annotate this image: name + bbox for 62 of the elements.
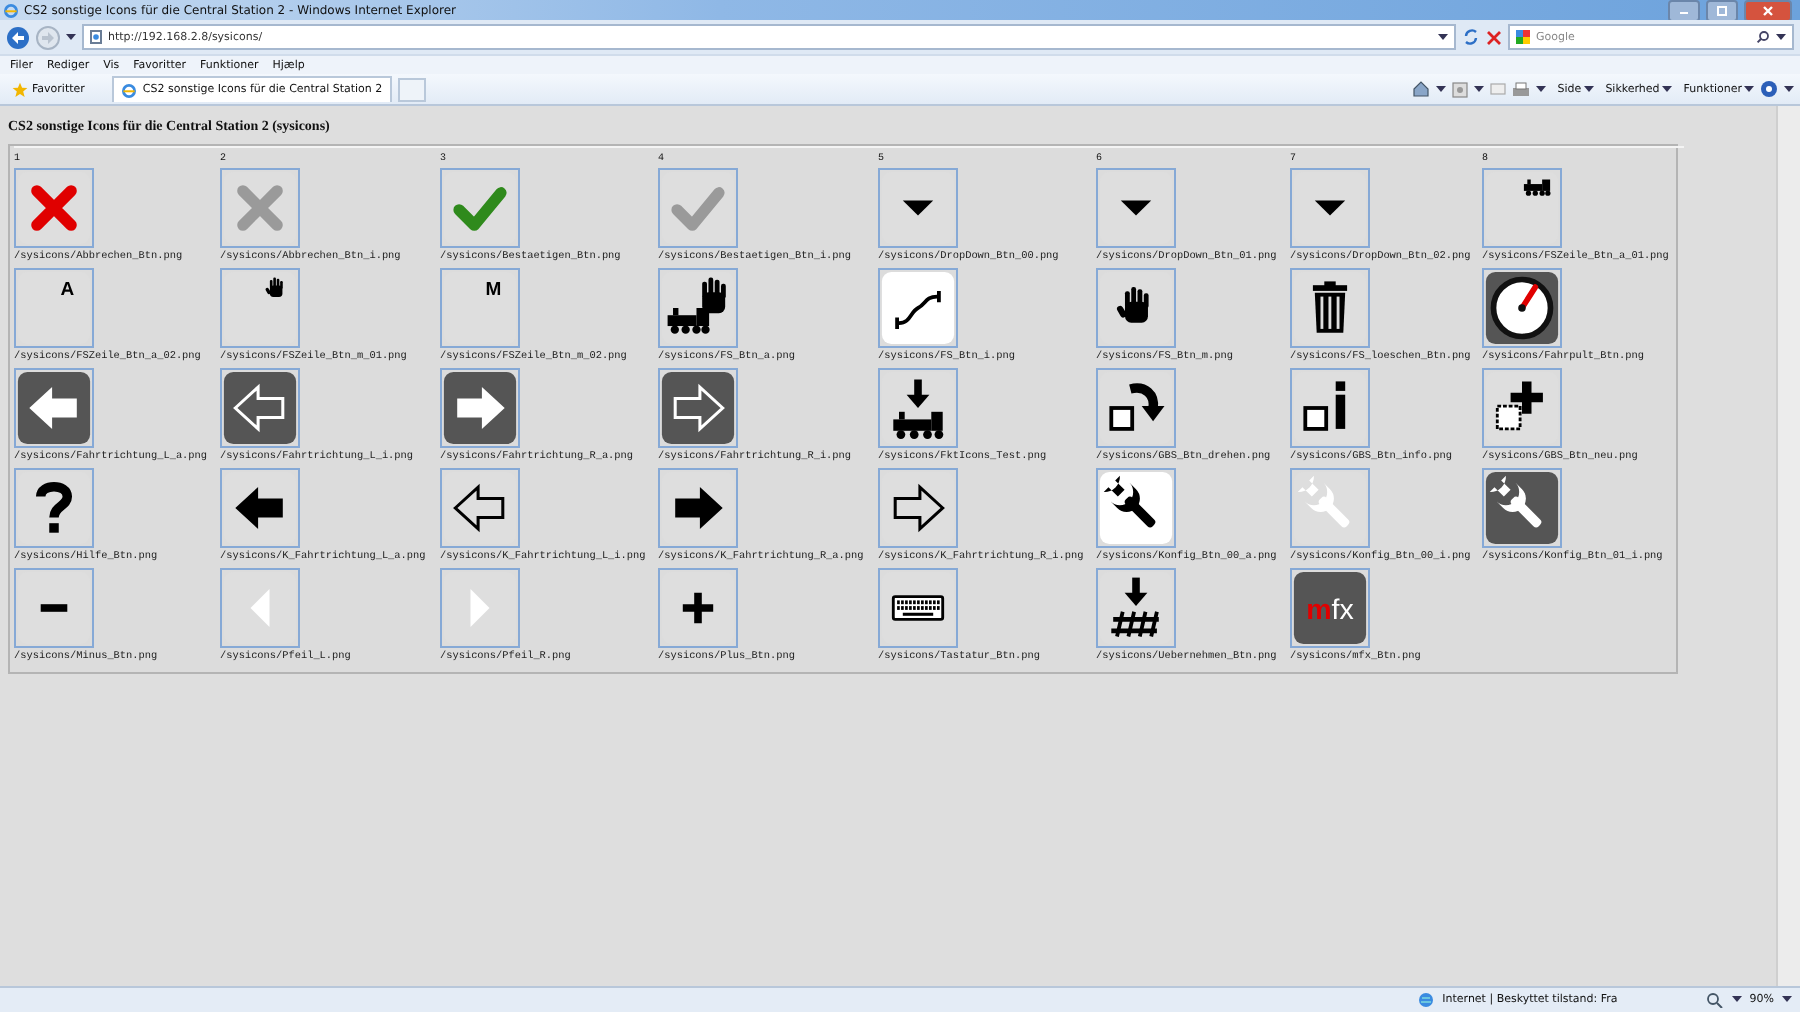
rotate-icon bbox=[1096, 368, 1176, 448]
search-provider-icon bbox=[1516, 30, 1530, 44]
add-icon bbox=[1482, 368, 1562, 448]
left-arrow-icon bbox=[14, 368, 94, 448]
back-button[interactable] bbox=[6, 25, 30, 49]
print-icon[interactable] bbox=[1511, 81, 1530, 97]
help-icon bbox=[14, 468, 94, 548]
caret-icon[interactable] bbox=[1731, 996, 1742, 1004]
refresh-icon[interactable] bbox=[1462, 28, 1480, 46]
left-arrow-icon bbox=[220, 368, 300, 448]
caret-icon[interactable] bbox=[1535, 85, 1546, 93]
checkmark-icon bbox=[658, 168, 738, 248]
caret-icon[interactable] bbox=[1784, 85, 1794, 93]
scrollbar[interactable] bbox=[1776, 106, 1800, 986]
minimize-button[interactable] bbox=[1668, 0, 1700, 21]
hand-icon bbox=[220, 268, 300, 348]
wrench-icon bbox=[1096, 468, 1176, 548]
cross-icon bbox=[220, 168, 300, 248]
maximize-icon bbox=[1716, 5, 1728, 15]
globe-icon bbox=[1418, 992, 1435, 1008]
home-icon[interactable] bbox=[1411, 80, 1430, 98]
letter-icon: A bbox=[14, 268, 94, 348]
hand-icon bbox=[1096, 268, 1176, 348]
caret-icon bbox=[1661, 85, 1672, 93]
close-button[interactable] bbox=[1744, 0, 1792, 21]
checkmark-icon bbox=[440, 168, 520, 248]
caret-icon[interactable] bbox=[1473, 85, 1484, 93]
right-arrow-icon bbox=[440, 368, 520, 448]
zoom-icon[interactable] bbox=[1705, 992, 1724, 1008]
wrench-icon bbox=[1482, 468, 1562, 548]
trash-icon bbox=[1290, 268, 1370, 348]
gauge-icon bbox=[1482, 268, 1562, 348]
caret-icon bbox=[1744, 85, 1754, 93]
caret-icon[interactable] bbox=[1438, 33, 1448, 41]
page-icon bbox=[122, 83, 137, 97]
caret-icon[interactable] bbox=[1776, 33, 1786, 41]
browser-icon bbox=[4, 3, 18, 17]
info-icon bbox=[1290, 368, 1370, 448]
locomotive-icon bbox=[1482, 168, 1562, 248]
route-icon bbox=[878, 268, 958, 348]
keyboard-icon bbox=[878, 568, 958, 648]
search-icon[interactable] bbox=[1756, 30, 1770, 44]
right-arrow-icon bbox=[658, 368, 738, 448]
maximize-button[interactable] bbox=[1706, 0, 1738, 21]
caret-icon[interactable] bbox=[1782, 996, 1792, 1004]
letter-icon: M bbox=[440, 268, 520, 348]
page-icon bbox=[90, 30, 102, 44]
arrow-track-icon bbox=[1096, 568, 1176, 648]
cross-icon bbox=[14, 168, 94, 248]
arrow-locomotive-icon bbox=[878, 368, 958, 448]
star-icon bbox=[12, 81, 28, 97]
minus-icon bbox=[14, 568, 94, 648]
letter-icon: mfx bbox=[1290, 568, 1370, 648]
locomotive-hand-icon bbox=[658, 268, 738, 348]
caret-icon bbox=[1583, 85, 1594, 93]
stop-icon[interactable] bbox=[1486, 29, 1502, 45]
caret-icon[interactable] bbox=[66, 33, 76, 41]
close-icon bbox=[1762, 5, 1774, 15]
plus-icon bbox=[658, 568, 738, 648]
caret-icon[interactable] bbox=[1435, 85, 1446, 93]
wrench-icon bbox=[1290, 468, 1370, 548]
help-icon[interactable] bbox=[1760, 80, 1778, 98]
